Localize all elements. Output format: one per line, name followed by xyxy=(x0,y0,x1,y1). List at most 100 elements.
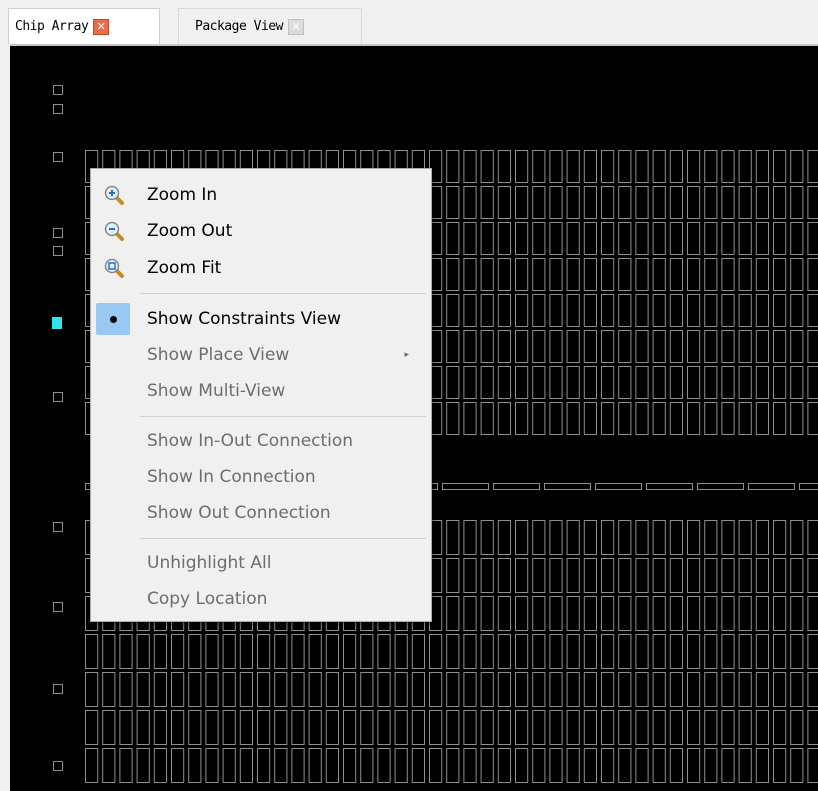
logic-cell xyxy=(618,710,632,745)
logic-cell xyxy=(583,402,597,435)
logic-cell xyxy=(515,558,529,593)
logic-cell xyxy=(566,520,580,555)
logic-cell xyxy=(480,150,494,183)
logic-cell xyxy=(239,710,254,745)
menu-item-show-out-connection[interactable]: Show Out Connection xyxy=(91,496,431,530)
logic-cell xyxy=(601,186,615,219)
logic-cell xyxy=(704,150,718,183)
logic-cell xyxy=(773,596,787,631)
logic-cell xyxy=(618,186,632,219)
logic-cell xyxy=(274,748,288,783)
logic-cell xyxy=(773,748,787,783)
logic-cell xyxy=(738,186,752,219)
logic-cell xyxy=(85,634,99,669)
menu-item-zoom-fit[interactable]: Zoom Fit xyxy=(91,251,431,285)
logic-cell xyxy=(790,748,804,783)
tab-chip-array[interactable]: Chip Array ✕ xyxy=(8,8,160,44)
logic-cell xyxy=(497,402,511,435)
logic-cell xyxy=(429,672,443,707)
logic-cell xyxy=(136,672,150,707)
logic-cell xyxy=(807,186,818,219)
logic-cell xyxy=(549,748,563,783)
logic-cell xyxy=(136,710,150,745)
logic-cell xyxy=(738,150,752,183)
logic-cell xyxy=(704,710,718,745)
logic-cell xyxy=(411,634,425,669)
logic-cell xyxy=(446,186,460,219)
logic-cell xyxy=(205,710,219,745)
menu-item-show-place-view[interactable]: Show Place View ▸ xyxy=(91,338,431,372)
logic-cell xyxy=(669,748,683,783)
logic-cell xyxy=(738,222,752,255)
logic-cell xyxy=(583,748,597,783)
logic-cell xyxy=(102,748,116,783)
logic-cell xyxy=(429,710,443,745)
logic-cell xyxy=(790,222,804,255)
logic-cell xyxy=(497,710,511,745)
menu-item-show-in-out-connection[interactable]: Show In-Out Connection xyxy=(91,424,431,458)
menu-item-zoom-out[interactable]: Zoom Out xyxy=(91,214,431,248)
logic-cell xyxy=(583,558,597,593)
logic-cell xyxy=(446,558,460,593)
logic-cell xyxy=(755,520,769,555)
menu-item-unhighlight-all[interactable]: Unhighlight All xyxy=(91,546,431,580)
logic-cell xyxy=(515,222,529,255)
logic-cell xyxy=(171,748,185,783)
logic-cell xyxy=(721,258,735,291)
logic-cell xyxy=(721,330,735,363)
logic-cell xyxy=(446,258,460,291)
logic-cell xyxy=(308,634,322,669)
close-icon[interactable]: ✕ xyxy=(93,18,110,35)
logic-cell xyxy=(480,672,494,707)
logic-cell xyxy=(549,672,563,707)
logic-cell xyxy=(704,330,718,363)
logic-cell xyxy=(497,150,511,183)
logic-cell xyxy=(153,710,168,745)
menu-item-show-in-connection[interactable]: Show In Connection xyxy=(91,460,431,494)
tab-label: Chip Array xyxy=(15,19,89,34)
logic-cell xyxy=(738,596,752,631)
logic-cell xyxy=(669,520,683,555)
logic-cell xyxy=(532,748,546,783)
logic-cell xyxy=(601,330,615,363)
logic-cell xyxy=(480,366,494,399)
menu-separator xyxy=(140,538,426,539)
logic-cell xyxy=(411,710,425,745)
logic-cell xyxy=(480,520,494,555)
logic-cell xyxy=(687,402,701,435)
logic-cell xyxy=(171,672,185,707)
logic-cell xyxy=(790,258,804,291)
logic-cell xyxy=(601,748,615,783)
tab-package-view[interactable]: Package View ✕ xyxy=(178,8,362,44)
logic-cell xyxy=(773,150,787,183)
logic-cell xyxy=(755,150,769,183)
menu-item-zoom-in[interactable]: Zoom In xyxy=(91,178,431,212)
menu-item-show-multi-view[interactable]: Show Multi-View xyxy=(91,374,431,408)
logic-cell xyxy=(687,186,701,219)
logic-cell xyxy=(738,558,752,593)
logic-cell xyxy=(463,222,477,255)
logic-cell xyxy=(515,294,529,327)
logic-cell xyxy=(773,520,787,555)
io-pad xyxy=(53,602,63,612)
logic-cell xyxy=(687,596,701,631)
logic-cell xyxy=(583,634,597,669)
logic-cell xyxy=(721,366,735,399)
logic-cell xyxy=(704,258,718,291)
logic-cell xyxy=(205,748,219,783)
close-icon[interactable]: ✕ xyxy=(287,18,304,35)
logic-cell xyxy=(411,672,425,707)
menu-item-show-constraints-view[interactable]: Show Constraints View xyxy=(91,302,431,336)
logic-cell xyxy=(291,672,305,707)
logic-cell xyxy=(704,672,718,707)
logic-cell xyxy=(669,258,683,291)
logic-cell xyxy=(618,558,632,593)
menu-item-copy-location[interactable]: Copy Location xyxy=(91,582,431,616)
logic-cell xyxy=(618,748,632,783)
logic-cell xyxy=(463,330,477,363)
logic-cell xyxy=(222,710,236,745)
logic-cell xyxy=(652,710,666,745)
menu-item-label: Show Out Connection xyxy=(147,503,331,523)
logic-cell xyxy=(755,558,769,593)
wide-cell xyxy=(646,483,693,490)
